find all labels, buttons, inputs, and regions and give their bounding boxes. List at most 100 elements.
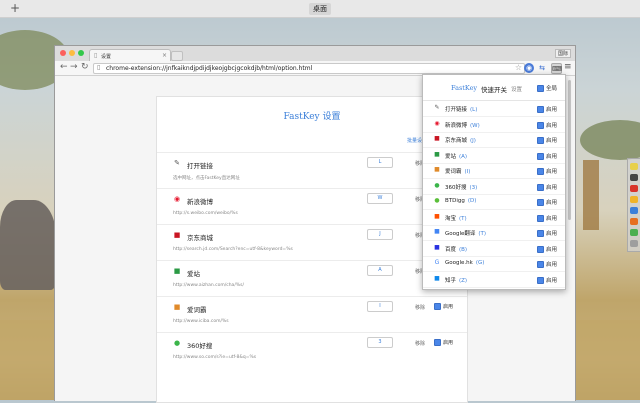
checkbox-icon[interactable]	[537, 152, 544, 160]
checkbox-icon[interactable]	[537, 276, 544, 284]
dock-app-5-icon[interactable]	[630, 207, 638, 214]
btdigg-icon: ●	[434, 197, 440, 204]
popup-item-label: 360好搜 (3)	[445, 184, 478, 191]
enable-toggle[interactable]: 启用	[537, 245, 557, 253]
shortcut-key-field[interactable]: I	[367, 301, 393, 312]
checkbox-icon[interactable]	[537, 199, 544, 206]
zhihu-icon: ■	[434, 274, 440, 282]
enable-toggle[interactable]: 启用	[434, 339, 453, 346]
add-desktop-icon[interactable]: +	[10, 1, 20, 15]
aizhan-icon: ■	[434, 150, 440, 158]
forward-icon[interactable]: →	[70, 62, 78, 72]
shortcut-row: ■ 爱词霸 http://www.iciba.com/%s I 移除 启用	[157, 296, 467, 332]
so360-icon: ●	[434, 181, 440, 189]
bookmark-star-icon[interactable]: ☆	[515, 63, 522, 72]
popup-item[interactable]: ■ 爱词霸 (I) 启用	[423, 163, 565, 179]
dock-app-8-icon[interactable]	[630, 240, 638, 247]
desktop-title: 桌面	[309, 3, 331, 15]
dock-app-7-icon[interactable]	[630, 229, 638, 236]
close-window-button[interactable]	[60, 50, 66, 56]
enable-toggle[interactable]: 启用	[537, 276, 557, 284]
checkbox-icon[interactable]	[434, 303, 441, 310]
shortcut-url: http://www.so.com/s?ie=utf-8&q=%s	[173, 355, 257, 360]
jd-icon: ■	[173, 231, 181, 239]
checkbox-icon[interactable]	[537, 168, 544, 175]
popup-item[interactable]: ■ 京东商城 (J) 启用	[423, 132, 565, 148]
popup-item[interactable]: ■ 百度 (B) 启用	[423, 241, 565, 257]
shortcut-key-field[interactable]: 3	[367, 337, 393, 348]
enable-toggle[interactable]: 启用	[537, 136, 557, 144]
remove-link[interactable]: 移除	[415, 304, 425, 311]
popup-item[interactable]: ■ 知乎 (Z) 启用	[423, 272, 565, 288]
translate-extension-icon[interactable]: ⇆	[537, 63, 547, 73]
popup-item[interactable]: ■ 淘宝 (T) 启用	[423, 210, 565, 226]
shortcut-key-field[interactable]: L	[367, 157, 393, 168]
enable-toggle[interactable]: 启用	[537, 121, 557, 129]
checkbox-icon[interactable]	[537, 183, 544, 191]
global-toggle[interactable]: 全局	[537, 84, 557, 92]
enable-toggle[interactable]: 启用	[537, 152, 557, 160]
enable-label: 启用	[546, 200, 558, 206]
zoom-window-button[interactable]	[78, 50, 84, 56]
checkbox-icon[interactable]	[537, 121, 544, 129]
enable-toggle[interactable]: 启用	[537, 229, 557, 237]
shortcut-key-field[interactable]: A	[367, 265, 393, 276]
remove-link[interactable]: 移除	[415, 340, 425, 347]
enable-label: 启用	[443, 304, 454, 310]
enable-label: 启用	[546, 122, 558, 129]
extension-icon[interactable]: ◉	[524, 63, 534, 73]
dock-app-4-icon[interactable]	[630, 196, 638, 203]
enable-toggle[interactable]: 启用	[537, 198, 557, 206]
shortcut-row: ✎ 打开链接 选中网址，点击FastKey直达网址 L 移除	[157, 152, 467, 188]
menu-icon[interactable]: ≡	[564, 62, 572, 72]
popup-settings-link[interactable]: 设置	[511, 85, 522, 93]
close-tab-icon[interactable]: ×	[162, 52, 167, 59]
shortcut-key-field[interactable]: J	[367, 229, 393, 240]
enable-toggle[interactable]: 启用	[434, 303, 453, 310]
checkbox-icon[interactable]	[537, 214, 544, 222]
enable-toggle[interactable]: 启用	[537, 260, 557, 268]
wallpaper-tree	[580, 120, 640, 160]
address-bar[interactable]: ▯ chrome-extension://jnfkaikndjpdijdjkeo…	[93, 63, 525, 74]
jd-icon: ■	[434, 135, 440, 142]
shortcut-row: ■ 爱站 http://www.aizhan.com/cha/%s/A 移除	[157, 260, 467, 296]
enable-toggle[interactable]: 启用	[537, 183, 557, 191]
dock-app-1-icon[interactable]	[630, 163, 638, 170]
reload-icon[interactable]: ↻	[81, 62, 89, 72]
fastkey-extension-icon[interactable]: ⌨	[551, 63, 562, 74]
popup-item[interactable]: ✎ 打开链接 (L) 启用	[423, 101, 565, 117]
address-url[interactable]: chrome-extension://jnfkaikndjpdijdjkeojg…	[106, 65, 312, 72]
bulk-settings-link[interactable]: 批量设	[407, 137, 422, 144]
tab-label: 设置	[101, 54, 112, 60]
shortcut-key-field[interactable]: W	[367, 193, 393, 204]
popup-item[interactable]: ■ Google翻译 (T) 启用	[423, 225, 565, 241]
checkbox-icon[interactable]	[537, 261, 544, 268]
new-tab-button[interactable]	[171, 51, 183, 61]
enable-toggle[interactable]: 启用	[537, 105, 557, 113]
dock-app-2-icon[interactable]	[630, 174, 638, 181]
google-translate-icon: ■	[434, 228, 440, 235]
enable-toggle[interactable]: 启用	[537, 214, 557, 222]
checkbox-icon[interactable]	[537, 106, 544, 113]
scrollbar[interactable]	[568, 80, 571, 220]
popup-item[interactable]: G Google.hk (G) 启用	[423, 256, 565, 272]
checkbox-icon[interactable]	[537, 85, 544, 92]
dock-app-6-icon[interactable]	[630, 218, 638, 225]
checkbox-icon[interactable]	[434, 339, 441, 346]
iciba-icon: ■	[173, 303, 181, 311]
checkbox-icon[interactable]	[537, 245, 544, 253]
popup-item[interactable]: ● BTDigg (D) 启用	[423, 194, 565, 210]
wallpaper-giraffe	[583, 160, 599, 230]
dock-app-3-icon[interactable]	[630, 185, 638, 192]
back-icon[interactable]: ←	[60, 62, 68, 72]
tab-bar: ▯ 设置 × 国际	[55, 46, 575, 62]
minimize-window-button[interactable]	[69, 50, 75, 56]
checkbox-icon[interactable]	[537, 137, 544, 144]
popup-item[interactable]: ◉ 新浪微博 (W) 启用	[423, 117, 565, 133]
popup-item[interactable]: ■ 爱站 (A) 启用	[423, 148, 565, 164]
enable-label: 启用	[546, 138, 558, 144]
enable-toggle[interactable]: 启用	[537, 167, 557, 175]
profile-button[interactable]: 国际	[554, 49, 571, 58]
checkbox-icon[interactable]	[537, 230, 544, 237]
popup-item[interactable]: ● 360好搜 (3) 启用	[423, 179, 565, 195]
